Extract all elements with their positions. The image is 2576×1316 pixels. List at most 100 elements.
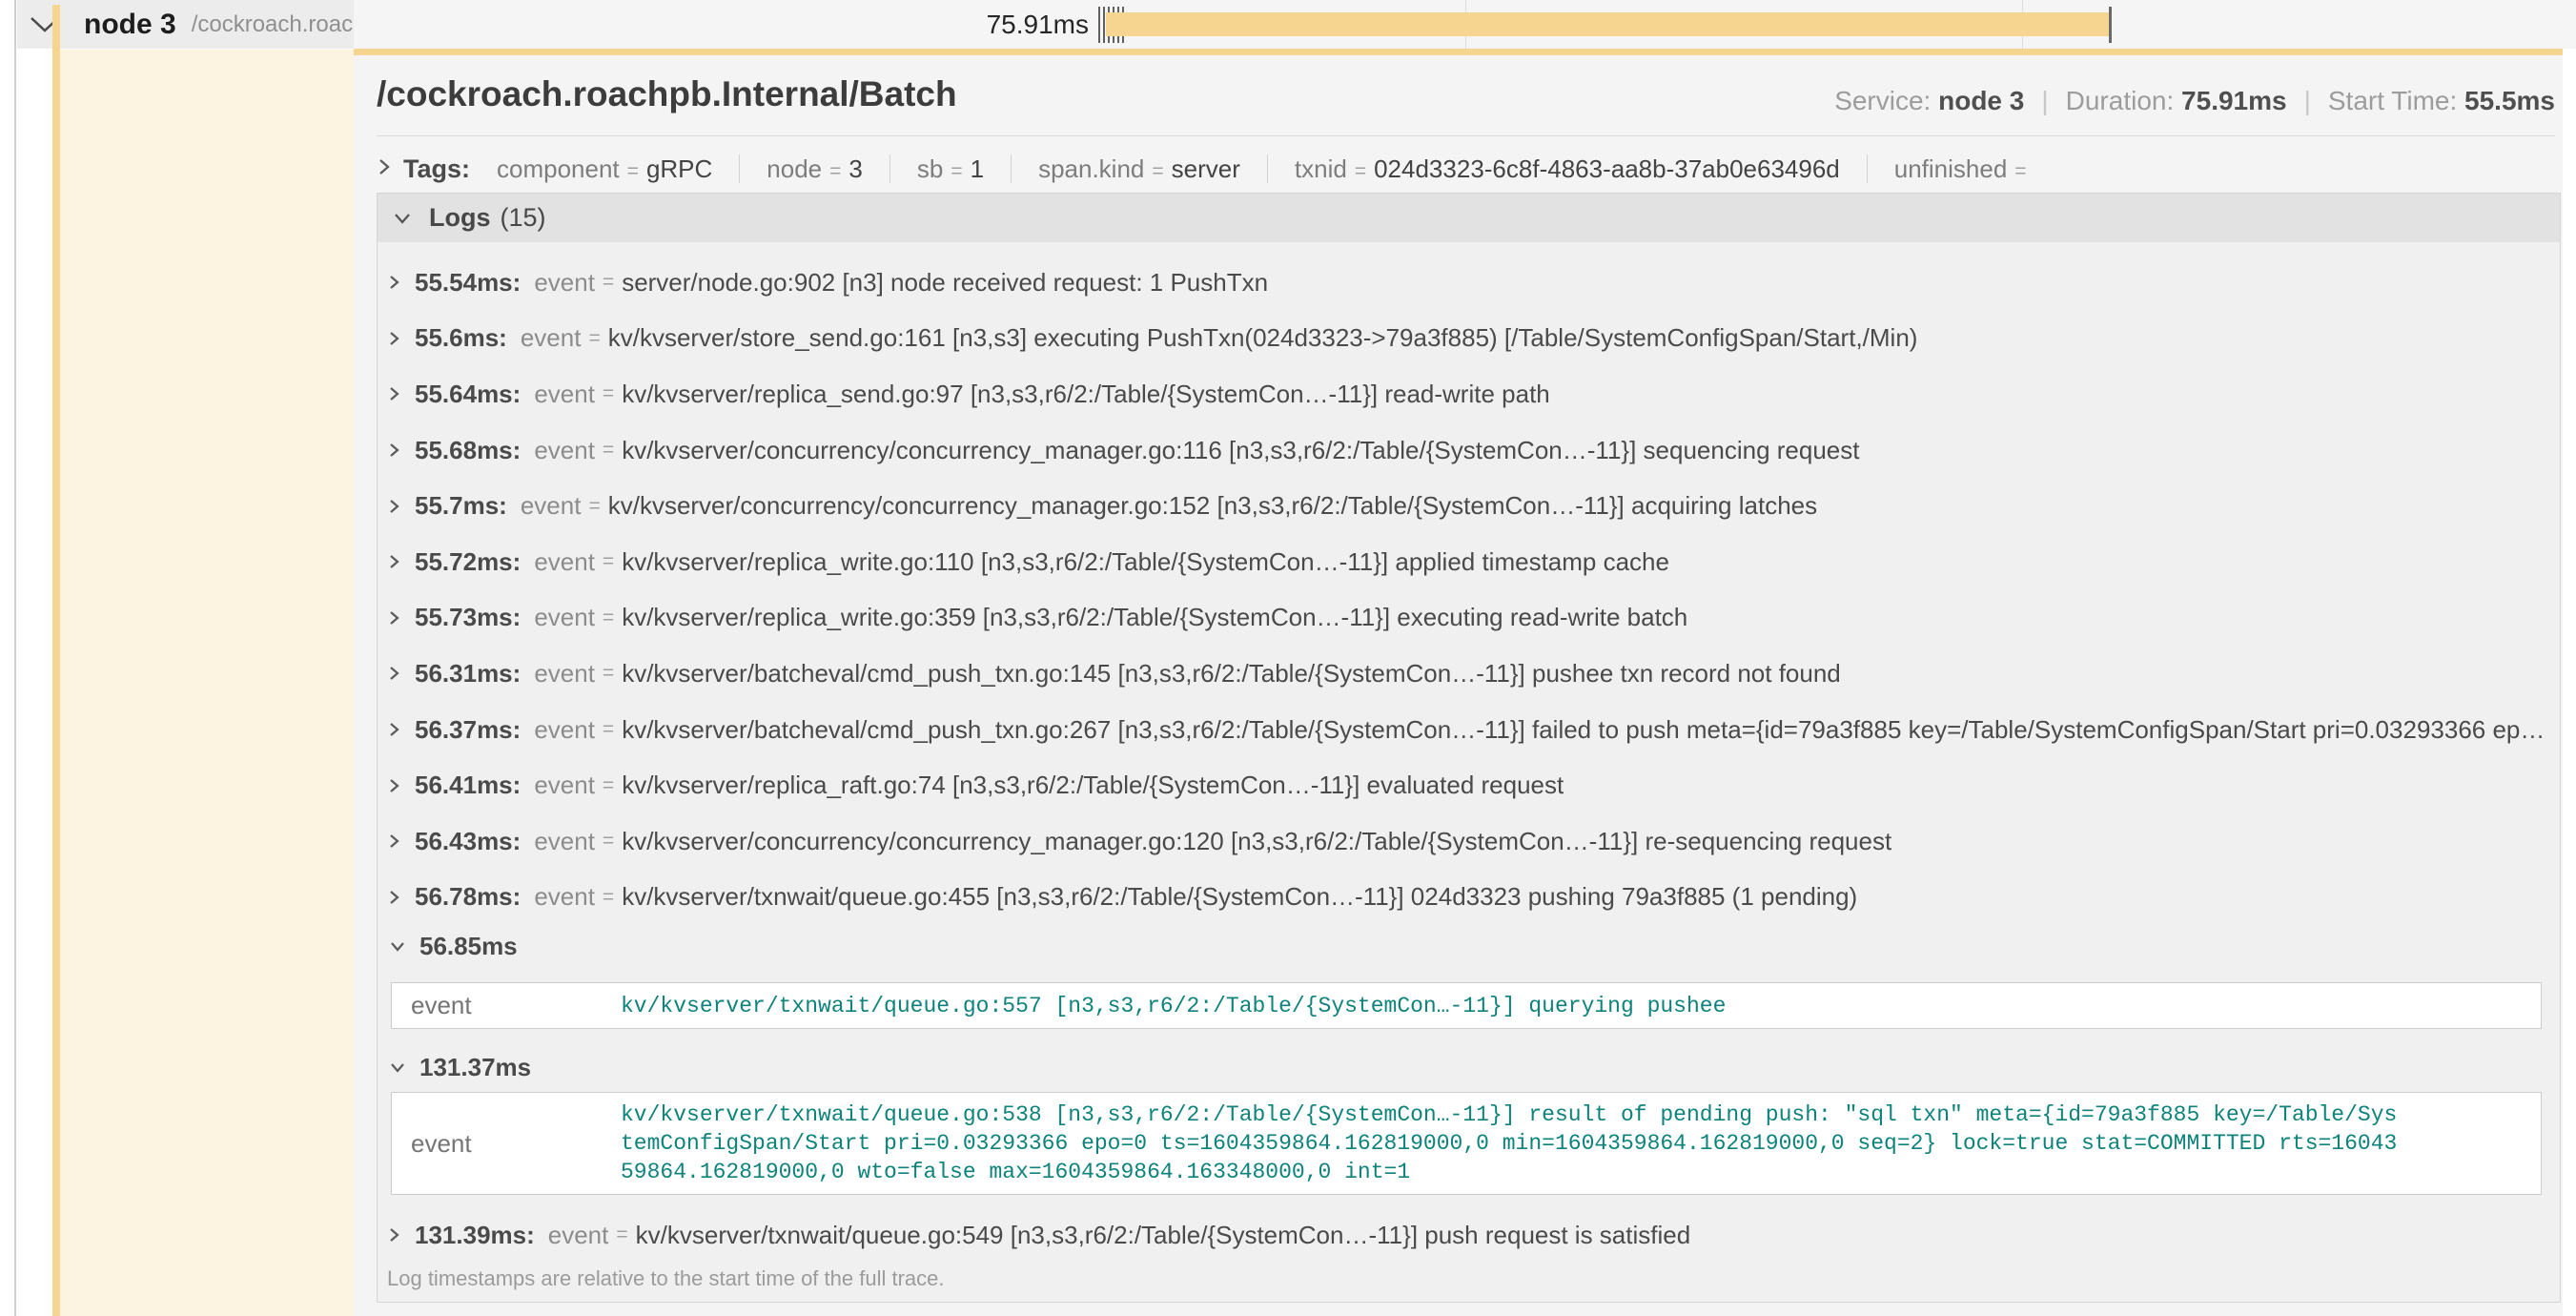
span-name-cell[interactable]: node 3 /cockroach.roach… [17, 0, 354, 49]
equals-sign: = [627, 160, 639, 183]
equals-sign: = [2014, 160, 2026, 183]
tag-value: server [1172, 154, 1240, 184]
log-field-key: event [411, 991, 621, 1020]
log-row[interactable]: 56.37ms: event = kv/kvserver/batcheval/c… [378, 702, 2560, 758]
log-timestamp: 55.73ms: [415, 603, 521, 632]
span-color-bar [52, 5, 60, 1316]
tag-value: 3 [848, 154, 862, 184]
log-timestamp: 55.72ms: [415, 547, 521, 577]
log-row[interactable]: 55.68ms: event = kv/kvserver/concurrency… [378, 422, 2560, 479]
expand-log-chevron-icon [387, 272, 401, 293]
expand-log-chevron-icon [387, 496, 401, 517]
log-row[interactable]: 56.78ms: event = kv/kvserver/txnwait/que… [378, 870, 2560, 926]
tag-key: sb [917, 154, 943, 184]
logs-footer-note: Log timestamps are relative to the start… [378, 1266, 2560, 1291]
expand-log-chevron-icon [387, 831, 401, 852]
tick [1103, 7, 1105, 43]
tags-row[interactable]: Tags: component=gRPC node=3 sb=1 span.ki… [377, 147, 2541, 191]
log-row[interactable]: 56.43ms: event = kv/kvserver/concurrency… [378, 813, 2560, 870]
span-end-marker [2109, 7, 2112, 43]
log-field-key: event [534, 380, 595, 409]
equals-sign: = [616, 1223, 627, 1246]
left-guide-line [14, 0, 16, 1316]
log-row[interactable]: 55.64ms: event = kv/kvserver/replica_sen… [378, 366, 2560, 422]
span-title: /cockroach.roachpb.Internal/Batch [377, 74, 957, 114]
log-timestamp: 56.43ms: [415, 827, 521, 856]
log-row[interactable]: 55.72ms: event = kv/kvserver/replica_wri… [378, 534, 2560, 590]
stats-separator: | [2304, 86, 2311, 115]
log-row[interactable]: 131.39ms: event = kv/kvserver/txnwait/qu… [378, 1207, 2560, 1264]
span-detail-panel: /cockroach.roachpb.Internal/Batch Servic… [354, 49, 2563, 1316]
duration-value: 75.91ms [2181, 86, 2287, 115]
span-timeline[interactable]: 75.91ms [354, 0, 2576, 49]
log-row-expanded-header[interactable]: 131.37ms [378, 1050, 2560, 1084]
tag-key: txnid [1295, 154, 1347, 184]
tick [1098, 7, 1100, 43]
span-indent-column [60, 50, 354, 1316]
equals-sign: = [603, 886, 614, 909]
log-field-key: event [534, 771, 595, 800]
log-field-key: event [534, 715, 595, 745]
log-timestamp: 55.7ms: [415, 491, 507, 521]
logs-section-header[interactable]: Logs (15) [377, 193, 2561, 242]
log-message: server/node.go:902 [n3] node received re… [622, 268, 1268, 298]
collapse-log-chevron-icon [387, 1060, 408, 1075]
expand-log-chevron-icon [387, 440, 401, 461]
collapse-logs-chevron-icon[interactable] [391, 211, 414, 226]
log-row[interactable]: 55.6ms: event = kv/kvserver/store_send.g… [378, 311, 2560, 367]
logs-count: (15) [501, 203, 546, 233]
span-overview-stats: Service: node 3|Duration: 75.91ms|Start … [1834, 86, 2555, 116]
log-message: kv/kvserver/replica_write.go:359 [n3,s3,… [622, 603, 1687, 632]
log-row-expanded-header[interactable]: 56.85ms [378, 929, 2560, 963]
log-detail-card: event kv/kvserver/txnwait/queue.go:557 [… [391, 982, 2542, 1029]
log-field-key: event [534, 436, 595, 465]
expand-log-chevron-icon [387, 1224, 401, 1245]
log-row[interactable]: 55.7ms: event = kv/kvserver/concurrency/… [378, 478, 2560, 534]
log-field-key: event [521, 491, 582, 521]
tag-key: unfinished [1894, 154, 2008, 184]
log-timestamp: 131.39ms: [415, 1221, 535, 1250]
log-row[interactable]: 55.54ms: event = server/node.go:902 [n3]… [378, 255, 2560, 311]
expand-tags-chevron-icon[interactable] [377, 155, 392, 183]
log-field-key: event [411, 1129, 621, 1159]
span-operation-name: /cockroach.roach… [192, 11, 354, 38]
log-row[interactable]: 56.41ms: event = kv/kvserver/replica_raf… [378, 757, 2560, 813]
log-timestamp: 56.85ms [419, 932, 518, 961]
duration-label: Duration: [2066, 86, 2175, 115]
tag-value: gRPC [646, 154, 712, 184]
collapse-log-chevron-icon [387, 939, 408, 954]
span-duration-bar[interactable] [1106, 12, 2111, 36]
log-detail-card: event kv/kvserver/txnwait/queue.go:538 [… [391, 1092, 2542, 1195]
equals-sign: = [1355, 160, 1366, 183]
trace-span-detail-screen: node 3 /cockroach.roach… 75.91ms /cockro… [0, 0, 2576, 1316]
equals-sign: = [1152, 160, 1163, 183]
expand-log-chevron-icon [387, 887, 401, 908]
tag-key: component [497, 154, 620, 184]
log-row[interactable]: 56.31ms: event = kv/kvserver/batcheval/c… [378, 646, 2560, 702]
span-row: node 3 /cockroach.roach… 75.91ms [0, 0, 2576, 49]
log-timestamp: 55.54ms: [415, 268, 521, 298]
tag-item: span.kind = server [1038, 154, 1240, 184]
equals-sign: = [603, 439, 614, 462]
tag-key: span.kind [1038, 154, 1144, 184]
log-message: kv/kvserver/txnwait/queue.go:549 [n3,s3,… [636, 1221, 1691, 1250]
equals-sign: = [951, 160, 962, 183]
log-message: kv/kvserver/concurrency/concurrency_mana… [622, 436, 1859, 465]
log-timestamp: 55.68ms: [415, 436, 521, 465]
log-message: kv/kvserver/txnwait/queue.go:455 [n3,s3,… [622, 882, 1857, 912]
log-field-value: kv/kvserver/txnwait/queue.go:538 [n3,s3,… [621, 1100, 2403, 1186]
start-time-value: 55.5ms [2464, 86, 2555, 115]
log-timestamp: 56.31ms: [415, 659, 521, 689]
tags-label: Tags: [403, 154, 470, 184]
expand-log-chevron-icon [387, 551, 401, 572]
logs-list: 55.54ms: event = server/node.go:902 [n3]… [377, 242, 2561, 1303]
log-field-key: event [521, 323, 582, 353]
tag-item: unfinished = [1894, 154, 2034, 184]
log-message: kv/kvserver/replica_raft.go:74 [n3,s3,r6… [622, 771, 1564, 800]
log-field-key: event [534, 268, 595, 298]
log-row[interactable]: 55.73ms: event = kv/kvserver/replica_wri… [378, 590, 2560, 647]
expand-log-chevron-icon [387, 663, 401, 684]
expand-log-chevron-icon [387, 607, 401, 628]
log-message: kv/kvserver/concurrency/concurrency_mana… [622, 827, 1891, 856]
tag-divider [1867, 154, 1868, 183]
